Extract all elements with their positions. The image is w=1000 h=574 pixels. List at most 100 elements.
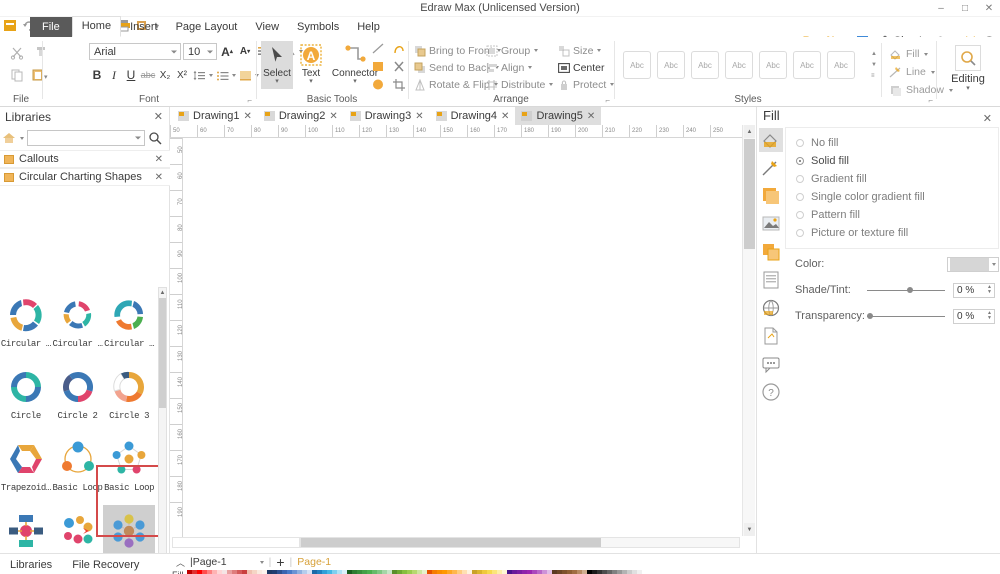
styles-scroll-up-icon[interactable]: ▲ — [871, 51, 877, 57]
fill-option-single-color-gradient-fill[interactable]: Single color gradient fill — [786, 188, 998, 206]
page-selector[interactable]: |Page-1 — [190, 556, 227, 568]
layers-icon[interactable] — [759, 240, 783, 264]
minimize-icon[interactable]: – — [934, 1, 948, 15]
shade-tint-input[interactable]: 0 % ▲▼ — [953, 283, 995, 298]
library-home-icon[interactable] — [2, 131, 16, 145]
line-spacing-icon[interactable] — [191, 67, 207, 83]
close-icon[interactable]: ✕ — [982, 1, 996, 15]
fill-color-chevron-down-icon[interactable] — [992, 263, 996, 266]
radio-indicator[interactable] — [796, 157, 804, 165]
canvas-horizontal-scrollbar[interactable] — [300, 537, 740, 548]
transparency-spinner[interactable]: ▲▼ — [987, 311, 992, 321]
fill-panel-close-icon[interactable]: ✕ — [983, 112, 992, 125]
styles-scroll-down-icon[interactable]: ▼ — [871, 62, 877, 68]
shadow-icon[interactable] — [759, 184, 783, 208]
shape-item-circle-2[interactable]: Circle 2 — [52, 361, 104, 433]
shrink-font-button[interactable]: A▾ — [237, 44, 253, 60]
style-preview-1[interactable]: Abc — [623, 51, 651, 79]
shape-item-circle-3[interactable]: Circle 3 — [103, 361, 155, 433]
superscript-button[interactable]: X² — [174, 67, 190, 83]
radio-indicator[interactable] — [796, 229, 804, 237]
menu-tab-symbols[interactable]: Symbols — [288, 18, 348, 37]
status-tab-libraries[interactable]: Libraries — [0, 559, 62, 571]
style-preview-6[interactable]: Abc — [793, 51, 821, 79]
font-size-chevron-down-icon[interactable] — [207, 50, 213, 53]
distribute-button[interactable]: Distribute — [485, 76, 553, 93]
style-preview-5[interactable]: Abc — [759, 51, 787, 79]
picture-icon[interactable] — [759, 212, 783, 236]
shade-tint-slider[interactable] — [867, 284, 945, 296]
font-name-chevron-down-icon[interactable] — [171, 50, 177, 53]
page-icon[interactable] — [759, 324, 783, 348]
select-tool-button[interactable]: Select ▾ — [261, 41, 293, 89]
canvas-hscroll-track-left[interactable] — [172, 537, 300, 548]
shape-item-trapezoid[interactable]: Trapezoid… — [0, 433, 52, 505]
search-chevron-down-icon[interactable] — [135, 137, 141, 140]
radio-indicator[interactable] — [796, 175, 804, 183]
fill-color-picker[interactable] — [947, 257, 999, 272]
shade-tint-knob[interactable] — [907, 287, 913, 293]
line-icon[interactable] — [759, 156, 783, 180]
transparency-knob[interactable] — [867, 313, 873, 319]
libraries-close-icon[interactable]: ✕ — [154, 110, 163, 123]
libraries-scroll-up-icon[interactable]: ▲ — [159, 288, 166, 297]
font-name-input[interactable]: Arial — [89, 43, 181, 60]
library-home-chevron-down-icon[interactable] — [20, 137, 24, 140]
rectangle-shape-icon[interactable] — [369, 59, 387, 74]
shape-item-circular-1[interactable]: Circular … — [0, 289, 52, 361]
align-button[interactable]: Align — [485, 59, 553, 76]
styles-dialog-launcher[interactable]: ⌐ — [928, 96, 933, 105]
radio-indicator[interactable] — [796, 211, 804, 219]
bullets-icon[interactable] — [214, 67, 230, 83]
group-button[interactable]: Group — [485, 42, 553, 59]
add-page-button[interactable]: + — [276, 554, 284, 570]
cut-icon[interactable] — [6, 43, 28, 63]
bullets-chevron-down-icon[interactable] — [232, 74, 236, 77]
size-button[interactable]: Size — [557, 42, 614, 59]
drawing-page[interactable] — [183, 138, 746, 498]
center-button[interactable]: Center — [557, 59, 614, 76]
comment-icon[interactable] — [759, 352, 783, 376]
maximize-icon[interactable]: □ — [958, 1, 972, 15]
palette-swatch[interactable] — [642, 570, 647, 574]
hyperlink-icon[interactable] — [759, 296, 783, 320]
font-size-input[interactable]: 10 — [183, 43, 217, 60]
menu-tab-home[interactable]: Home — [72, 16, 121, 37]
magnifier-icon[interactable] — [955, 45, 981, 71]
editing-chevron-down-icon[interactable]: ▾ — [966, 85, 970, 92]
document-tab-close-icon[interactable]: ✕ — [501, 111, 509, 122]
library-section-callouts[interactable]: Callouts ✕ — [0, 150, 170, 168]
text-tool-chevron-down-icon[interactable]: ▾ — [309, 79, 313, 85]
styles-expand-icon[interactable]: ≡ — [871, 73, 877, 79]
drawing-canvas[interactable] — [183, 138, 746, 536]
text-tool-button[interactable]: A Text ▾ — [295, 41, 327, 89]
chevron-up-icon[interactable]: ︿ — [176, 556, 185, 569]
arrange-dialog-launcher[interactable]: ⌐ — [605, 96, 610, 105]
align-chevron-down-icon[interactable] — [528, 66, 532, 69]
crop-shape-icon[interactable] — [390, 77, 408, 92]
arc-shape-icon[interactable] — [390, 41, 408, 56]
radio-indicator[interactable] — [796, 193, 804, 201]
ellipse-shape-icon[interactable] — [369, 77, 387, 92]
shape-line-chevron-down-icon[interactable] — [931, 71, 935, 74]
fill-option-picture-or-texture-fill[interactable]: Picture or texture fill — [786, 224, 998, 242]
current-page-tab[interactable]: Page-1 — [297, 556, 331, 568]
shape-item-circular-2[interactable]: Circular … — [52, 289, 104, 361]
fill-option-pattern-fill[interactable]: Pattern fill — [786, 206, 998, 224]
library-section-close-icon[interactable]: ✕ — [155, 172, 163, 183]
styles-scroll-spinner[interactable]: ▲ ▼ ≡ — [871, 51, 877, 79]
document-tab-drawing2[interactable]: Drawing2 ✕ — [258, 107, 344, 125]
style-preview-3[interactable]: Abc — [691, 51, 719, 79]
protect-button[interactable]: Protect — [557, 76, 614, 93]
connector-tool-chevron-down-icon[interactable]: ▾ — [353, 79, 357, 85]
fill-option-no-fill[interactable]: No fill — [786, 134, 998, 152]
cross-shape-icon[interactable] — [390, 59, 408, 74]
fill-option-solid-fill[interactable]: Solid fill — [786, 152, 998, 170]
status-tab-file-recovery[interactable]: File Recovery — [62, 559, 149, 571]
shape-item-circular-3[interactable]: Circular … — [103, 289, 155, 361]
fill-option-gradient-fill[interactable]: Gradient fill — [786, 170, 998, 188]
strikethrough-button[interactable]: abc — [140, 67, 156, 83]
libraries-scroll-thumb[interactable] — [159, 298, 166, 408]
radio-indicator[interactable] — [796, 139, 804, 147]
canvas-scroll-down-icon[interactable]: ▼ — [744, 523, 755, 536]
